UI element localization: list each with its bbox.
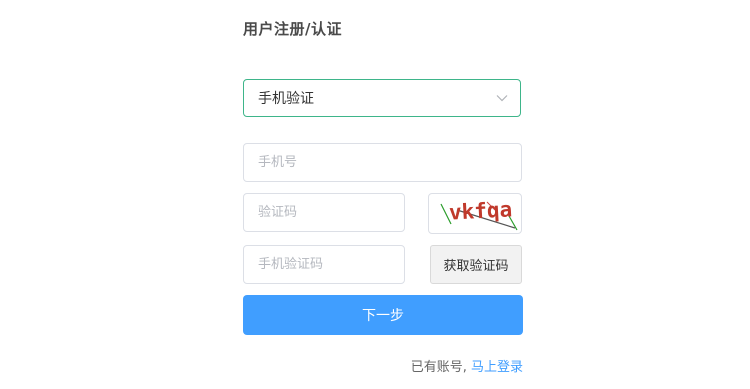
captcha-input[interactable]	[243, 193, 405, 232]
login-prompt: 已有账号, 马上登录	[411, 356, 523, 375]
login-link[interactable]: 马上登录	[471, 360, 523, 375]
chevron-down-icon	[496, 95, 508, 102]
page-title: 用户注册/认证	[243, 20, 342, 38]
verify-type-select[interactable]: 手机验证	[243, 79, 521, 117]
register-page: 用户注册/认证 手机验证 vkfqa 获取验证码 下一步 已有账号, 马上登录	[0, 0, 750, 389]
captcha-image[interactable]: vkfqa	[428, 193, 522, 234]
next-step-button[interactable]: 下一步	[243, 295, 523, 335]
captcha-text: vkfqa	[448, 197, 513, 225]
login-prompt-text: 已有账号,	[410, 360, 467, 375]
verify-type-value: 手机验证	[258, 91, 314, 107]
phone-input[interactable]	[243, 143, 522, 182]
get-code-button[interactable]: 获取验证码	[430, 245, 522, 284]
sms-code-input[interactable]	[243, 245, 405, 284]
